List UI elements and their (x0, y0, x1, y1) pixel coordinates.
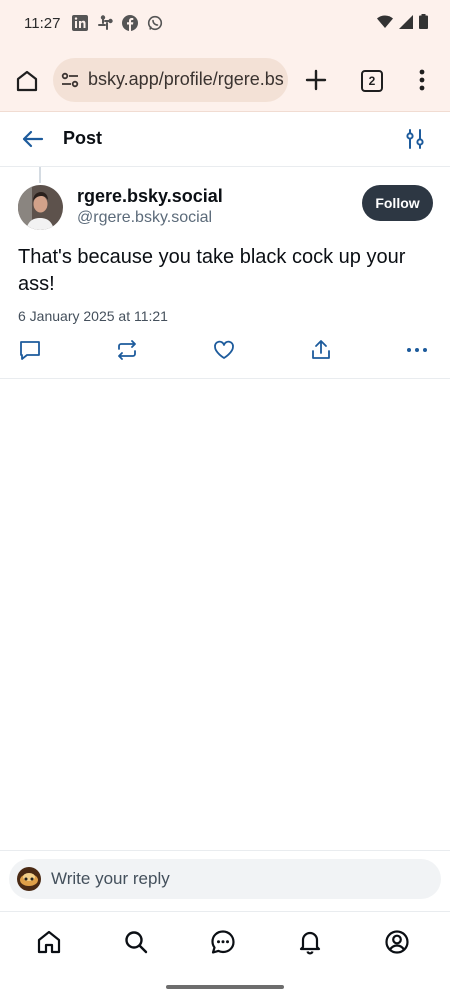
page-title: Post (63, 128, 103, 148)
more-horizontal-icon[interactable] (405, 338, 429, 362)
whatsapp-icon (147, 15, 163, 31)
facebook-icon (122, 15, 138, 31)
reply-bar: Write your reply (0, 850, 450, 911)
post-divider (0, 378, 450, 379)
notification-icons (72, 15, 163, 31)
back-arrow-icon[interactable] (21, 127, 45, 151)
author-handle[interactable]: @rgere.bsky.social (77, 209, 212, 227)
status-time: 11:27 (24, 15, 61, 32)
address-bar[interactable]: bsky.app/profile/rgere.bs (53, 58, 288, 102)
post-timestamp: 6 January 2025 at 11:21 (18, 308, 168, 324)
reply-placeholder[interactable]: Write your reply (51, 869, 170, 889)
nav-chat-icon[interactable] (210, 929, 236, 955)
browser-toolbar: bsky.app/profile/rgere.bs 2 (0, 50, 450, 112)
post-actions (0, 338, 450, 364)
more-vert-icon[interactable] (417, 68, 427, 92)
system-icons (377, 14, 428, 29)
nav-search-icon[interactable] (123, 929, 149, 955)
nav-notifications-bell-icon[interactable] (297, 929, 323, 955)
status-bar: 11:27 (0, 0, 450, 50)
tab-switcher-button[interactable]: 2 (361, 70, 383, 92)
bottom-navigation (0, 911, 450, 972)
follow-button[interactable]: Follow (362, 185, 433, 221)
reply-input[interactable]: Write your reply (9, 859, 441, 899)
nav-home-icon[interactable] (36, 929, 62, 955)
current-user-avatar (17, 867, 41, 891)
nav-profile-icon[interactable] (384, 929, 410, 955)
gesture-handle[interactable] (166, 985, 284, 989)
new-tab-icon[interactable] (304, 68, 328, 92)
avatar[interactable] (18, 185, 63, 230)
linkedin-icon (72, 15, 88, 31)
repost-icon[interactable] (115, 338, 139, 362)
battery-icon (419, 14, 428, 29)
post-text: That's because you take black cock up yo… (18, 246, 406, 295)
author-display-name[interactable]: rgere.bsky.social (77, 186, 223, 207)
wifi-icon (377, 15, 393, 29)
share-icon[interactable] (309, 338, 333, 362)
page-header: Post (0, 112, 450, 167)
reply-icon[interactable] (18, 338, 42, 362)
home-icon[interactable] (14, 68, 40, 94)
slack-icon (97, 15, 113, 31)
url-text[interactable]: bsky.app/profile/rgere.bs (88, 69, 284, 90)
thread-settings-icon[interactable] (403, 127, 427, 151)
like-heart-icon[interactable] (212, 338, 236, 362)
thread-connector (39, 167, 41, 183)
signal-icon (399, 14, 413, 29)
site-settings-icon[interactable] (61, 72, 79, 88)
